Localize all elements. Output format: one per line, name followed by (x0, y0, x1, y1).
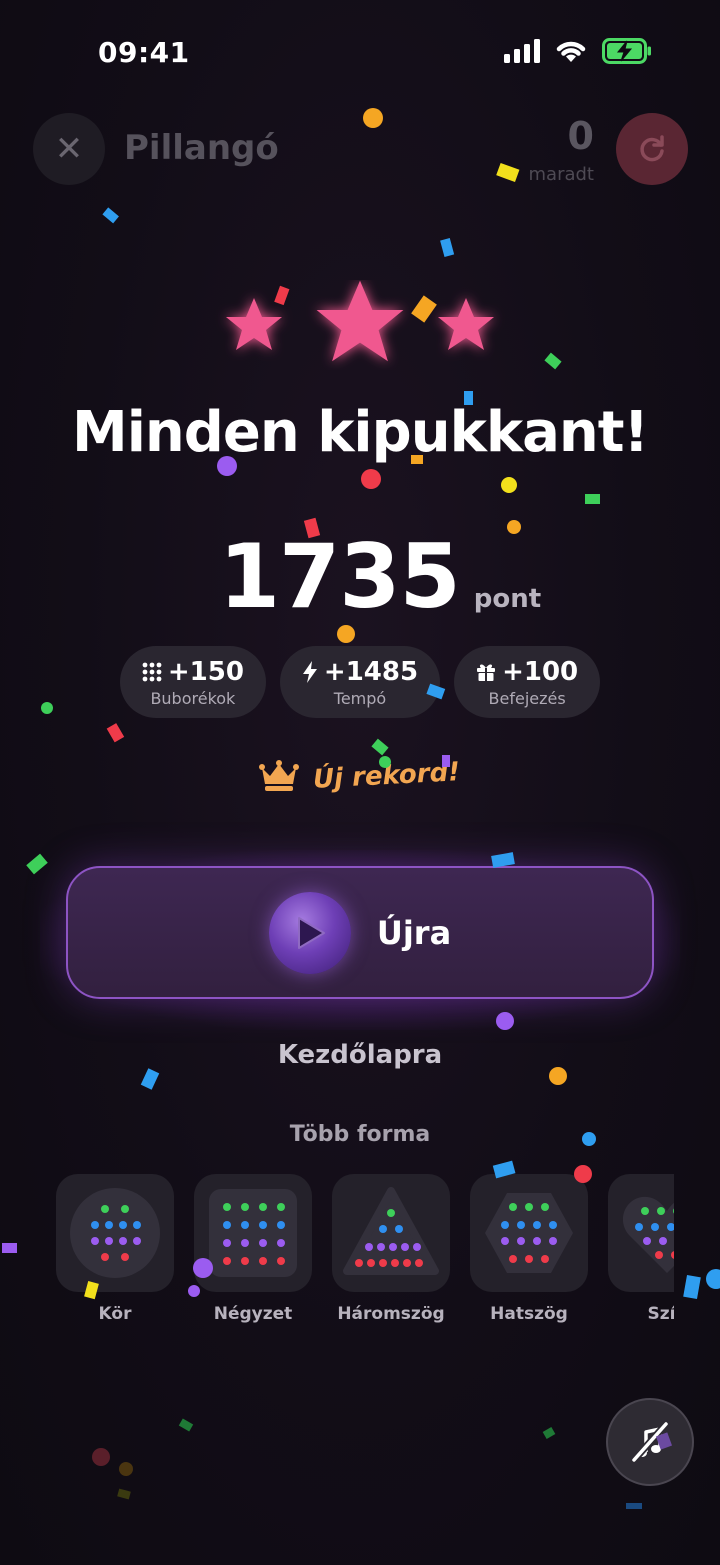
confetti-piece (274, 285, 290, 306)
confetti-piece (411, 295, 437, 323)
confetti-piece (303, 517, 321, 539)
confetti-piece (655, 1432, 673, 1450)
confetti-piece (2, 1243, 17, 1253)
confetti-piece (492, 1160, 516, 1179)
confetti-piece (119, 1462, 133, 1476)
confetti-piece (102, 207, 119, 224)
confetti-piece (84, 1280, 99, 1300)
confetti-piece (542, 1427, 556, 1439)
confetti-piece (683, 1274, 701, 1300)
confetti-piece (363, 108, 383, 128)
confetti-piece (585, 494, 600, 504)
confetti-piece (361, 469, 381, 489)
confetti-layer (2, 108, 720, 1509)
confetti-piece (549, 1067, 567, 1085)
confetti-piece (217, 456, 237, 476)
confetti-piece (337, 625, 355, 643)
confetti-piece (544, 352, 562, 370)
confetti-piece (411, 455, 423, 464)
confetti-piece (117, 1488, 131, 1500)
confetti-piece (26, 853, 48, 875)
confetti-piece (140, 1068, 160, 1090)
confetti-piece (442, 755, 450, 767)
confetti-piece (379, 756, 391, 768)
confetti-piece (371, 738, 389, 756)
confetti-piece (440, 237, 455, 257)
confetti-piece (574, 1165, 592, 1183)
confetti-piece (706, 1269, 720, 1289)
confetti-piece (626, 1503, 642, 1509)
confetti-piece (582, 1132, 596, 1146)
confetti-piece (426, 683, 446, 700)
confetti-piece (193, 1258, 213, 1278)
confetti-piece (496, 1012, 514, 1030)
confetti-piece (496, 162, 520, 182)
confetti-piece (507, 520, 521, 534)
confetti-piece (491, 852, 515, 868)
confetti-piece (178, 1418, 194, 1432)
confetti-piece (106, 723, 125, 743)
confetti-piece (41, 702, 53, 714)
confetti-piece (92, 1448, 110, 1466)
confetti-piece (464, 391, 473, 405)
confetti-piece (188, 1285, 200, 1297)
confetti-piece (501, 477, 517, 493)
